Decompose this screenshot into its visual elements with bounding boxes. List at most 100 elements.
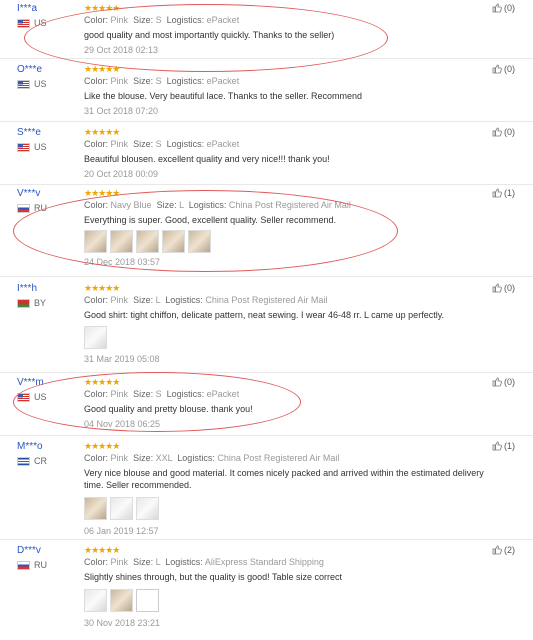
cr-flag-icon (17, 456, 30, 466)
thumbs-up-icon (492, 188, 502, 198)
thumbs-up-icon (492, 64, 502, 74)
review-content: ★★★★★ Color: Pink Size: S Logistics: ePa… (84, 127, 504, 179)
review-photo[interactable] (110, 230, 133, 253)
review-content: ★★★★★ Color: Pink Size: S Logistics: ePa… (84, 3, 504, 55)
review-photo[interactable] (84, 589, 107, 612)
review-content: ★★★★★ Color: Pink Size: XXL Logistics: C… (84, 441, 504, 536)
review-photo[interactable] (136, 230, 159, 253)
review-item: M***o CR ★★★★★ Color: Pink Size: XXL Log… (0, 435, 533, 540)
reviewer: I***a US (17, 3, 47, 28)
review-item: I***a US ★★★★★ Color: Pink Size: S Logis… (0, 0, 533, 59)
thumbs-up-icon (492, 127, 502, 137)
helpful-button[interactable]: (0) (492, 377, 515, 387)
reviewer: V***v RU (17, 188, 47, 213)
reviewer-country: US (17, 142, 47, 152)
rating-stars: ★★★★★ (84, 283, 120, 293)
review-meta: Color: Pink Size: S Logistics: ePacket (84, 15, 240, 25)
us-flag-icon (17, 18, 30, 28)
reviewer-country: RU (17, 560, 47, 570)
reviewer-name[interactable]: I***h (17, 283, 46, 295)
review-date: 31 Mar 2019 05:08 (84, 354, 160, 364)
review-photo[interactable] (162, 230, 185, 253)
review-photos (84, 230, 504, 253)
review-date: 04 Nov 2018 06:25 (84, 419, 161, 429)
review-item: I***h BY ★★★★★ Color: Pink Size: L Logis… (0, 276, 533, 373)
reviewer: O***e US (17, 64, 47, 89)
review-item: D***v RU ★★★★★ Color: Pink Size: L Logis… (0, 539, 533, 640)
reviewer-name[interactable]: M***o (17, 441, 47, 453)
review-photos (84, 497, 504, 520)
review-photo[interactable] (84, 497, 107, 520)
us-flag-icon (17, 142, 30, 152)
review-date: 30 Nov 2018 23:21 (84, 618, 161, 628)
reviewer-country: BY (17, 298, 46, 308)
helpful-button[interactable]: (0) (492, 64, 515, 74)
rating-stars: ★★★★★ (84, 377, 120, 387)
rating-stars: ★★★★★ (84, 188, 120, 198)
review-content: ★★★★★ Color: Pink Size: L Logistics: Ali… (84, 545, 504, 628)
review-photo[interactable] (110, 497, 133, 520)
thumbs-up-icon (492, 283, 502, 293)
review-content: ★★★★★ Color: Pink Size: S Logistics: ePa… (84, 64, 504, 116)
ru-flag-icon (17, 203, 30, 213)
review-photo[interactable] (188, 230, 211, 253)
reviewer: I***h BY (17, 283, 46, 308)
reviewer: V***m US (17, 377, 47, 402)
rating-stars: ★★★★★ (84, 127, 120, 137)
us-flag-icon (17, 392, 30, 402)
us-flag-icon (17, 79, 30, 89)
by-flag-icon (17, 298, 30, 308)
review-photos (84, 589, 504, 612)
reviewer-name[interactable]: I***a (17, 3, 47, 15)
review-date: 06 Jan 2019 12:57 (84, 526, 159, 536)
helpful-button[interactable]: (1) (492, 188, 515, 198)
reviewer-name[interactable]: V***m (17, 377, 47, 389)
review-text: Very nice blouse and good material. It c… (84, 468, 484, 490)
rating-stars: ★★★★★ (84, 545, 120, 555)
reviewer-country: CR (17, 456, 47, 466)
review-text: Good quality and pretty blouse. thank yo… (84, 404, 253, 414)
reviewer-country: US (17, 392, 47, 402)
review-content: ★★★★★ Color: Pink Size: L Logistics: Chi… (84, 283, 504, 364)
broken-image-icon[interactable] (136, 589, 159, 612)
review-meta: Color: Pink Size: S Logistics: ePacket (84, 76, 240, 86)
review-photo[interactable] (84, 230, 107, 253)
helpful-button[interactable]: (1) (492, 441, 515, 451)
thumbs-up-icon (492, 377, 502, 387)
reviewer: D***v RU (17, 545, 47, 570)
review-text: Good shirt: tight chiffon, delicate patt… (84, 310, 445, 320)
review-meta: Color: Navy Blue Size: L Logistics: Chin… (84, 200, 351, 210)
reviewer: S***e US (17, 127, 47, 152)
reviewer-country: US (17, 79, 47, 89)
reviewer-name[interactable]: D***v (17, 545, 47, 557)
reviewer-country: US (17, 18, 47, 28)
review-meta: Color: Pink Size: L Logistics: AliExpres… (84, 557, 324, 567)
reviewer: M***o CR (17, 441, 47, 466)
review-meta: Color: Pink Size: XXL Logistics: China P… (84, 453, 340, 463)
thumbs-up-icon (492, 3, 502, 13)
reviewer-name[interactable]: V***v (17, 188, 47, 200)
thumbs-up-icon (492, 441, 502, 451)
review-date: 31 Oct 2018 07:20 (84, 106, 159, 116)
review-text: Beautiful blousen. excellent quality and… (84, 154, 330, 164)
review-item: V***v RU ★★★★★ Color: Navy Blue Size: L … (0, 184, 533, 277)
reviewer-name[interactable]: O***e (17, 64, 47, 76)
helpful-button[interactable]: (2) (492, 545, 515, 555)
review-photo[interactable] (84, 326, 107, 349)
reviewer-country: RU (17, 203, 47, 213)
reviewer-name[interactable]: S***e (17, 127, 47, 139)
review-photo[interactable] (136, 497, 159, 520)
review-text: Slightly shines through, but the quality… (84, 572, 342, 582)
review-item: S***e US ★★★★★ Color: Pink Size: S Logis… (0, 121, 533, 185)
helpful-button[interactable]: (0) (492, 283, 515, 293)
review-photo[interactable] (110, 589, 133, 612)
review-meta: Color: Pink Size: S Logistics: ePacket (84, 389, 240, 399)
review-item: O***e US ★★★★★ Color: Pink Size: S Logis… (0, 58, 533, 122)
helpful-button[interactable]: (0) (492, 127, 515, 137)
ru-flag-icon (17, 560, 30, 570)
review-date: 20 Oct 2018 00:09 (84, 169, 159, 179)
review-text: Like the blouse. Very beautiful lace. Th… (84, 91, 362, 101)
helpful-button[interactable]: (0) (492, 3, 515, 13)
rating-stars: ★★★★★ (84, 64, 120, 74)
review-text: Everything is super. Good, excellent qua… (84, 215, 336, 225)
